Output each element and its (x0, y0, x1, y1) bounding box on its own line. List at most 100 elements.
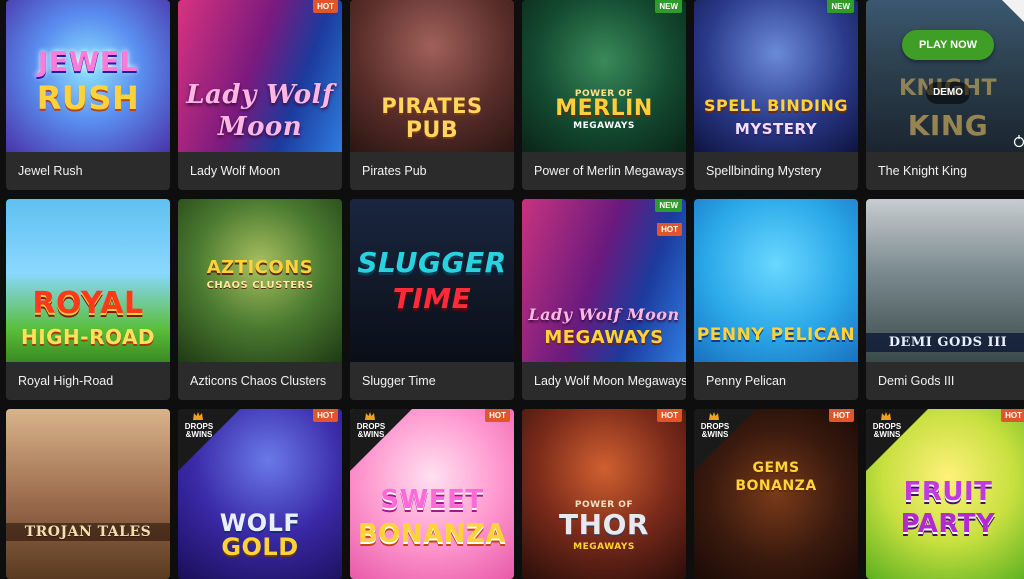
game-logo-line: DEMI GODS III (866, 333, 1024, 352)
game-thumbnail[interactable]: DROPS &WINS HOT GEMS BONANZA (694, 409, 858, 579)
game-title[interactable]: Lady Wolf Moon (178, 152, 342, 190)
game-logo-line: Lady Wolf (186, 80, 334, 110)
game-logo-line: SWEET (380, 485, 484, 515)
game-logo-line: ROYAL (32, 286, 144, 321)
game-thumbnail[interactable]: SLUGGER TIME (350, 199, 514, 362)
new-badge: NEW (655, 199, 682, 212)
game-logo-line: MEGAWAYS (544, 327, 664, 348)
game-thumbnail[interactable]: DROPS &WINS HOT FRUIT PARTY (866, 409, 1024, 579)
game-logo-line: WOLF (219, 509, 301, 537)
hot-badge: HOT (313, 0, 338, 13)
game-logo-line: PARTY (900, 509, 996, 539)
game-logo-line: Moon (217, 112, 303, 142)
game-logo-line: Lady Wolf Moon (528, 305, 680, 324)
crown-icon (881, 412, 891, 420)
game-thumbnail[interactable]: DROPS &WINS HOT WOLF GOLD (178, 409, 342, 579)
game-thumbnail[interactable]: DROPS &WINS HOT SWEET BONANZA (350, 409, 514, 579)
drops-wins-label: DROPS &WINS (356, 422, 386, 440)
game-card-the-knight-king[interactable]: THE KNIGHT KING PLAY NOW DEMO The Knight… (866, 0, 1024, 190)
game-title[interactable]: Slugger Time (350, 362, 514, 400)
game-card-wolf-gold[interactable]: DROPS &WINS HOT WOLF GOLD (178, 409, 342, 579)
game-logo-line: TIME (392, 282, 472, 315)
game-logo-line: HIGH-ROAD (20, 325, 156, 349)
game-card-spellbinding-mystery[interactable]: NEW SPELL BINDING MYSTERY Spellbinding M… (694, 0, 858, 190)
game-card-jewel-rush[interactable]: JEWEL RUSH Jewel Rush (6, 0, 170, 190)
drops-wins-ribbon (866, 409, 928, 471)
hot-badge: HOT (1001, 409, 1024, 422)
game-logo-line: PUB (405, 118, 459, 143)
game-card-power-of-merlin[interactable]: NEW POWER OF MERLIN MEGAWAYS Power of Me… (522, 0, 686, 190)
game-card-slugger-time[interactable]: SLUGGER TIME Slugger Time (350, 199, 514, 400)
game-logo-line: MEGAWAYS (573, 542, 635, 552)
hot-badge: HOT (313, 409, 338, 422)
game-logo-line: KING (907, 109, 989, 142)
game-card-pirates-pub[interactable]: PIRATES PUB Pirates Pub (350, 0, 514, 190)
demo-button[interactable]: DEMO (926, 82, 970, 104)
game-card-trojan-tales[interactable]: TROJAN TALES (6, 409, 170, 579)
game-title[interactable]: Royal High-Road (6, 362, 170, 400)
game-thumbnail[interactable]: PENNY PELICAN (694, 199, 858, 362)
game-thumbnail[interactable]: JEWEL RUSH (6, 0, 170, 152)
game-logo-line: SLUGGER (357, 246, 507, 279)
game-logo-line: SPELL BINDING (704, 96, 848, 115)
game-thumbnail[interactable]: HOT Lady Wolf Moon (178, 0, 342, 152)
game-logo-line: JEWEL (38, 45, 138, 78)
game-title[interactable]: Pirates Pub (350, 152, 514, 190)
drops-wins-label: DROPS &WINS (700, 422, 730, 440)
game-card-lady-wolf-moon-megaways[interactable]: NEW HOT Lady Wolf Moon MEGAWAYS Lady Wol… (522, 199, 686, 400)
drops-wins-ribbon (178, 409, 240, 471)
hot-badge: HOT (485, 409, 510, 422)
game-card-sweet-bonanza[interactable]: DROPS &WINS HOT SWEET BONANZA (350, 409, 514, 579)
game-title[interactable]: Spellbinding Mystery (694, 152, 858, 190)
new-badge: NEW (655, 0, 682, 13)
drops-wins-ribbon (350, 409, 412, 471)
game-thumbnail[interactable]: NEW SPELL BINDING MYSTERY (694, 0, 858, 152)
play-now-button[interactable]: PLAY NOW (902, 30, 994, 60)
game-card-azticons-chaos-clusters[interactable]: AZTICONS CHAOS CLUSTERS Azticons Chaos C… (178, 199, 342, 400)
game-card-fruit-party[interactable]: DROPS &WINS HOT FRUIT PARTY (866, 409, 1024, 579)
game-thumbnail[interactable]: TROJAN TALES (6, 409, 170, 579)
game-grid: JEWEL RUSH Jewel Rush HOT Lady Wolf Moon… (0, 0, 1024, 579)
game-card-lady-wolf-moon[interactable]: HOT Lady Wolf Moon Lady Wolf Moon (178, 0, 342, 190)
game-logo-line: BONANZA (735, 478, 817, 494)
game-title[interactable]: The Knight King (866, 152, 1024, 190)
crown-icon (709, 412, 719, 420)
game-thumbnail[interactable]: HOT POWER OF THOR MEGAWAYS (522, 409, 686, 579)
page-corner-fold (1002, 0, 1024, 22)
game-title[interactable]: Azticons Chaos Clusters (178, 362, 342, 400)
game-thumbnail[interactable]: THE KNIGHT KING PLAY NOW DEMO (866, 0, 1024, 152)
game-logo-line: GEMS (752, 460, 800, 476)
crown-icon (365, 412, 375, 420)
game-logo-line: MEGAWAYS (573, 121, 635, 131)
game-card-demi-gods-iii[interactable]: DEMI GODS III Demi Gods III (866, 199, 1024, 400)
game-logo-line: GOLD (221, 533, 299, 561)
cursor-icon (1013, 135, 1024, 148)
game-logo-line: AZTICONS (206, 257, 314, 278)
game-card-penny-pelican[interactable]: PENNY PELICAN Penny Pelican (694, 199, 858, 400)
game-logo-line: CHAOS CLUSTERS (206, 280, 314, 291)
drops-wins-label: DROPS &WINS (184, 422, 214, 440)
game-title[interactable]: Jewel Rush (6, 152, 170, 190)
game-title[interactable]: Power of Merlin Megaways (522, 152, 686, 190)
game-thumbnail[interactable]: NEW POWER OF MERLIN MEGAWAYS (522, 0, 686, 152)
hot-badge: HOT (829, 409, 854, 422)
game-logo-line: PENNY PELICAN (696, 325, 856, 345)
game-card-power-of-thor[interactable]: HOT POWER OF THOR MEGAWAYS (522, 409, 686, 579)
game-thumbnail[interactable]: NEW HOT Lady Wolf Moon MEGAWAYS (522, 199, 686, 362)
game-card-gems-bonanza[interactable]: DROPS &WINS HOT GEMS BONANZA (694, 409, 858, 579)
game-thumbnail[interactable]: PIRATES PUB (350, 0, 514, 152)
game-title[interactable]: Lady Wolf Moon Megaways (522, 362, 686, 400)
game-title[interactable]: Demi Gods III (866, 362, 1024, 400)
game-logo-line: PIRATES (381, 94, 483, 118)
game-thumbnail[interactable]: AZTICONS CHAOS CLUSTERS (178, 199, 342, 362)
game-card-royal-high-road[interactable]: ROYAL HIGH-ROAD Royal High-Road (6, 199, 170, 400)
game-title[interactable]: Penny Pelican (694, 362, 858, 400)
game-logo-line: MERLIN (555, 96, 653, 121)
drops-wins-label: DROPS &WINS (872, 422, 902, 440)
game-logo-line: THOR (559, 508, 649, 541)
game-thumbnail[interactable]: ROYAL HIGH-ROAD (6, 199, 170, 362)
game-logo-line: FRUIT (903, 477, 993, 507)
game-thumbnail[interactable]: DEMI GODS III (866, 199, 1024, 362)
hot-badge: HOT (657, 223, 682, 236)
crown-icon (193, 412, 203, 420)
